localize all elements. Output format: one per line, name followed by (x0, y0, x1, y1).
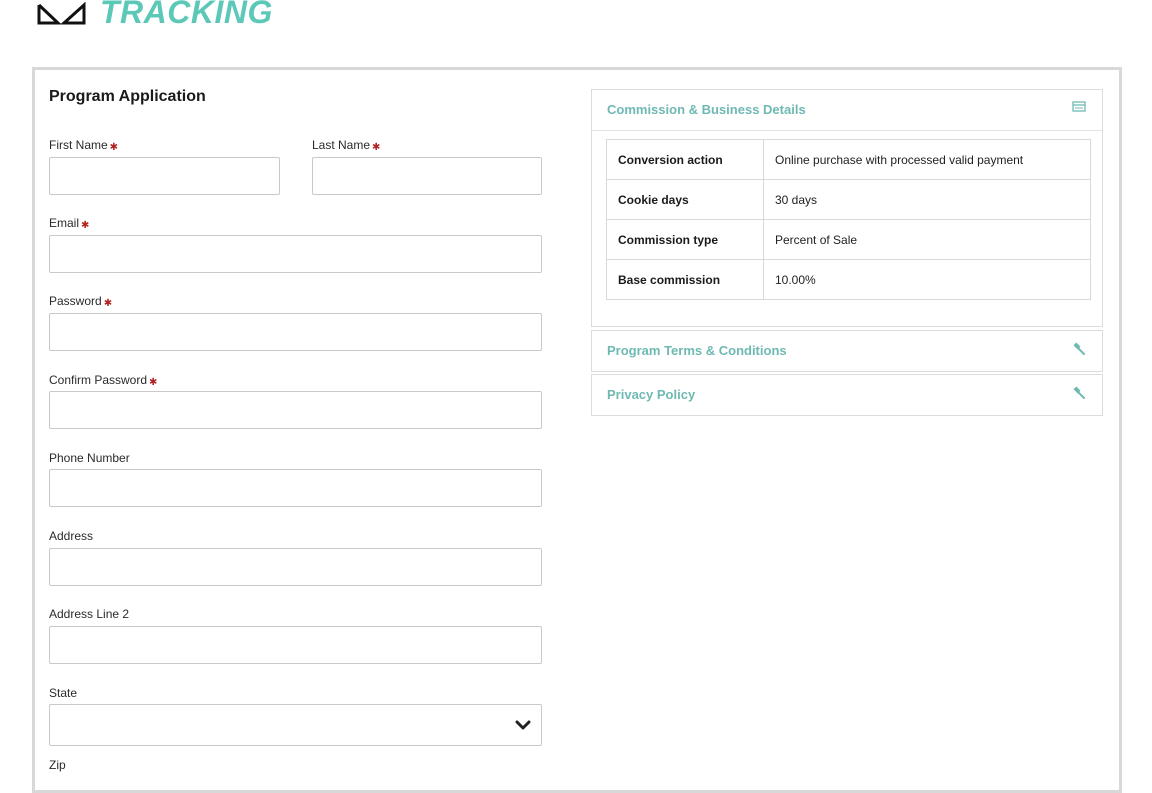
address2-label: Address Line 2 (49, 607, 130, 621)
last-name-label: Last Name ✱ (312, 138, 381, 153)
brand-logo: TRACKING (36, 0, 273, 32)
required-marker: ✱ (149, 377, 158, 388)
zip-label: Zip (49, 758, 66, 772)
privacy-panel-header[interactable]: Privacy Policy (592, 375, 1102, 415)
address-label: Address (49, 529, 94, 543)
detail-value: Online purchase with processed valid pay… (763, 139, 1091, 180)
email-label: Email ✱ (49, 216, 90, 231)
terms-panel-header[interactable]: Program Terms & Conditions (592, 331, 1102, 371)
detail-key: Base commission (606, 259, 764, 300)
required-marker: ✱ (109, 142, 119, 153)
confirm-password-input[interactable] (49, 391, 542, 429)
email-label-text: Email (49, 216, 80, 230)
detail-key: Cookie days (606, 179, 764, 220)
address-input[interactable] (49, 548, 542, 586)
confirm-password-label-text: Confirm Password (49, 373, 148, 387)
card-icon (1072, 101, 1086, 112)
commission-panel-title: Commission & Business Details (607, 102, 806, 117)
table-row: Base commission 10.00% (606, 259, 1091, 300)
detail-key: Commission type (606, 219, 764, 260)
table-row: Conversion action Online purchase with p… (606, 139, 1091, 180)
privacy-panel-title: Privacy Policy (607, 387, 696, 402)
required-marker: ✱ (372, 142, 381, 153)
brand-logo-text: TRACKING (100, 0, 273, 30)
state-label: State (49, 686, 78, 700)
terms-panel-title: Program Terms & Conditions (607, 343, 787, 358)
gavel-icon (1073, 386, 1085, 399)
confirm-password-label: Confirm Password ✱ (49, 373, 158, 388)
first-name-label: First Name ✱ (49, 138, 119, 153)
table-row: Commission type Percent of Sale (606, 219, 1091, 260)
detail-value: Percent of Sale (763, 219, 1091, 260)
last-name-label-text: Last Name (312, 138, 371, 152)
detail-value: 30 days (763, 179, 1091, 220)
detail-key: Conversion action (606, 139, 764, 180)
commission-panel-header[interactable]: Commission & Business Details (592, 90, 1102, 130)
password-label: Password ✱ (49, 294, 113, 309)
first-name-input[interactable] (49, 157, 280, 195)
state-select[interactable] (49, 704, 542, 746)
table-row: Cookie days 30 days (606, 179, 1091, 220)
terms-panel[interactable]: Program Terms & Conditions (591, 330, 1103, 372)
page-title: Program Application (49, 88, 206, 105)
email-input[interactable] (49, 235, 542, 273)
detail-value: 10.00% (763, 259, 1091, 300)
privacy-panel[interactable]: Privacy Policy (591, 374, 1103, 416)
first-name-label-text: First Name (49, 138, 108, 152)
gavel-icon (1073, 342, 1085, 355)
required-marker: ✱ (81, 220, 90, 231)
commission-details-table: Conversion action Online purchase with p… (606, 139, 1091, 300)
password-input[interactable] (49, 313, 542, 351)
phone-input[interactable] (49, 469, 542, 507)
logo-mark-icon (37, 1, 86, 25)
address2-input[interactable] (49, 626, 542, 664)
commission-panel-body: Conversion action Online purchase with p… (592, 130, 1102, 326)
required-marker: ✱ (103, 298, 113, 309)
commission-panel: Commission & Business Details Conversion… (591, 89, 1103, 327)
last-name-input[interactable] (312, 157, 542, 195)
password-label-text: Password (49, 294, 102, 308)
phone-label: Phone Number (49, 451, 130, 465)
chevron-down-icon (515, 720, 531, 730)
application-card: Program Application First Name ✱ Last Nam… (32, 67, 1122, 793)
